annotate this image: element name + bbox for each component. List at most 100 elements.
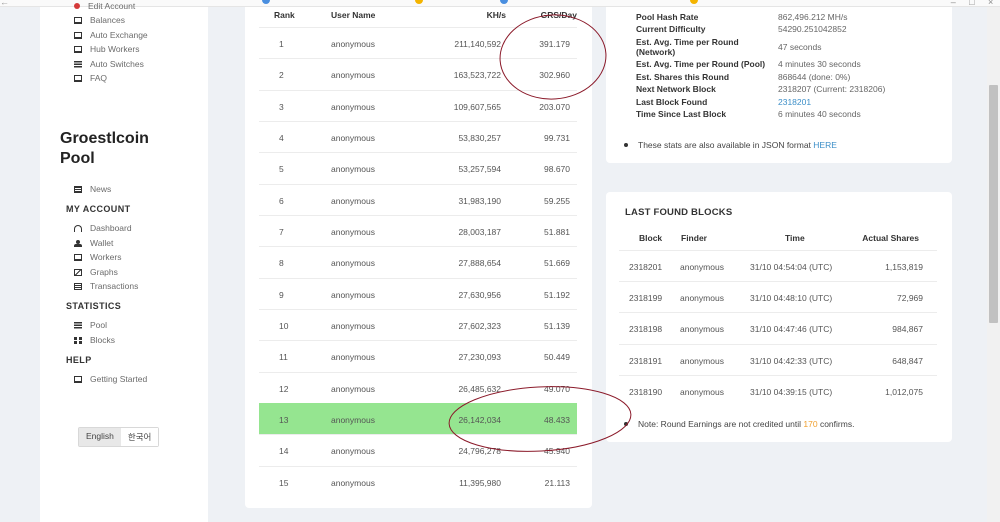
- finder-cell: anonymous: [680, 324, 724, 335]
- khs-cell: 31,983,190: [458, 195, 501, 206]
- column-header-time: Time: [785, 233, 805, 243]
- stat-value: 2318207 (Current: 2318206): [778, 84, 886, 94]
- user-cell: anonymous: [331, 320, 375, 331]
- rank-cell: 12: [279, 383, 289, 394]
- monitor-icon: [74, 74, 82, 82]
- sidebar-item-auto-switches[interactable]: Auto Switches: [74, 59, 144, 69]
- sidebar-item-workers[interactable]: Workers: [74, 252, 122, 262]
- user-cell: anonymous: [331, 101, 375, 112]
- time-cell: 31/10 04:42:33 (UTC): [750, 355, 833, 366]
- pool-title: Groestlcoin Pool: [60, 129, 200, 169]
- column-header-grs[interactable]: GRS/Day: [541, 10, 577, 20]
- blocks-icon: [74, 336, 82, 344]
- block-link[interactable]: 2318198: [629, 324, 662, 334]
- sidebar-item-pool[interactable]: Pool: [74, 320, 107, 330]
- rank-cell: 9: [279, 289, 284, 300]
- sidebar-item-news[interactable]: News: [74, 184, 111, 194]
- khs-cell: 26,142,034: [458, 414, 501, 425]
- pool-stats-card: Pool Hash Rate 862,496.212 MH/s Current …: [606, 7, 952, 163]
- sidebar-item-label: Wallet: [90, 238, 114, 248]
- window-controls: – □ ×: [944, 0, 1000, 7]
- khs-cell: 109,607,565: [453, 101, 501, 112]
- stat-value: 868644 (done: 0%): [778, 72, 851, 82]
- sidebar-item-label: Edit Account: [88, 1, 136, 11]
- sidebar-item-balances[interactable]: Balances: [74, 15, 125, 25]
- maximize-icon[interactable]: □: [969, 0, 974, 7]
- grs-cell: 51.669: [544, 258, 570, 269]
- table-row: 10 anonymous 27,602,323 51.139: [259, 308, 577, 340]
- rank-cell: 4: [279, 132, 284, 143]
- last-found-blocks-card: LAST FOUND BLOCKS Block Finder Time Actu…: [606, 192, 952, 442]
- sidebar-item-label: Pool: [90, 320, 108, 330]
- user-icon: [74, 3, 80, 9]
- sidebar-item-getting-started[interactable]: Getting Started: [74, 374, 147, 384]
- table-row: 2318201 anonymous 31/10 04:54:04 (UTC) 1,15…: [619, 250, 937, 281]
- scrollbar-thumb[interactable]: [989, 85, 998, 323]
- rank-cell: 15: [279, 477, 289, 488]
- stat-label: Time Since Last Block: [636, 109, 727, 119]
- block-link[interactable]: 2318201: [629, 262, 662, 272]
- grs-cell: 48.433: [544, 414, 570, 425]
- grs-cell: 302.960: [539, 70, 570, 81]
- sidebar-item-dashboard[interactable]: Dashboard: [74, 223, 132, 233]
- table-row: 4 anonymous 53,830,257 99.731: [259, 120, 577, 152]
- rank-cell: 5: [279, 164, 284, 175]
- sidebar-item-wallet[interactable]: Wallet: [74, 238, 113, 248]
- column-header-khs[interactable]: KH/s: [487, 10, 506, 20]
- last-block-link[interactable]: 2318201: [778, 97, 811, 107]
- sidebar-item-graphs[interactable]: Graphs: [74, 267, 118, 277]
- sidebar-item-auto-exchange[interactable]: Auto Exchange: [74, 30, 148, 40]
- sidebar-item-label: Transactions: [90, 281, 139, 291]
- khs-cell: 11,395,980: [459, 477, 501, 488]
- column-header-rank[interactable]: Rank: [274, 10, 295, 20]
- block-link[interactable]: 2318190: [629, 387, 662, 397]
- khs-cell: 163,523,722: [453, 70, 501, 81]
- grs-cell: 45.940: [544, 446, 570, 457]
- sidebar-item-label: Graphs: [90, 267, 118, 277]
- lang-korean-button[interactable]: 한국어: [120, 428, 159, 446]
- sidebar-item-blocks[interactable]: Blocks: [74, 335, 115, 345]
- section-header-my-account: MY ACCOUNT: [66, 204, 131, 214]
- stat-label: Est. Avg. Time per Round (Pool): [636, 59, 766, 69]
- grs-cell: 51.192: [544, 289, 570, 300]
- block-link[interactable]: 2318191: [629, 356, 662, 366]
- list-icon: [74, 282, 82, 290]
- user-cell: anonymous: [331, 132, 375, 143]
- table-row: 2 anonymous 163,523,722 302.960: [259, 58, 577, 89]
- grs-cell: 203.070: [539, 101, 570, 112]
- last-block-link-text[interactable]: 2318201: [778, 97, 811, 107]
- sidebar-item-hub-workers[interactable]: Hub Workers: [74, 44, 139, 54]
- sidebar-item-faq[interactable]: FAQ: [74, 73, 107, 83]
- hashrate-rank-table: Rank User Name KH/s GRS/Day 1 anonymous 21…: [245, 7, 592, 508]
- json-here-link[interactable]: HERE: [813, 140, 837, 150]
- block-link[interactable]: 2318199: [629, 293, 662, 303]
- stat-label: Last Block Found: [636, 97, 708, 107]
- lang-english-button[interactable]: English: [79, 428, 121, 446]
- column-header-shares: Actual Shares: [862, 233, 919, 243]
- khs-cell: 27,230,093: [458, 352, 501, 363]
- sidebar-item-transactions[interactable]: Transactions: [74, 281, 138, 291]
- user-cell: anonymous: [331, 226, 375, 237]
- page-scrollbar[interactable]: [987, 7, 1000, 522]
- table-row: 8 anonymous 27,888,654 51.669: [259, 246, 577, 277]
- list-icon: [74, 321, 82, 329]
- close-icon[interactable]: ×: [988, 0, 993, 7]
- sidebar-item-label: Auto Exchange: [90, 30, 148, 40]
- stat-value: 6 minutes 40 seconds: [778, 109, 861, 119]
- list-icon: [74, 60, 82, 68]
- rank-cell: 1: [279, 39, 284, 49]
- round-earnings-note: Note: Round Earnings are not credited un…: [624, 419, 854, 429]
- rank-cell: 3: [279, 101, 284, 112]
- shares-cell: 1,153,819: [885, 262, 923, 272]
- khs-cell: 28,003,187: [458, 226, 501, 237]
- back-arrow-icon[interactable]: ←: [0, 0, 18, 7]
- column-header-user[interactable]: User Name: [331, 10, 375, 20]
- sidebar-item-label: FAQ: [90, 73, 108, 83]
- minimize-icon[interactable]: –: [951, 0, 956, 7]
- table-row: 12 anonymous 26,485,632 49.070: [259, 371, 577, 403]
- sidebar-item-edit-account[interactable]: Edit Account: [74, 1, 135, 11]
- rank-cell: 10: [279, 320, 289, 331]
- shares-cell: 648,847: [892, 355, 923, 366]
- khs-cell: 27,630,956: [458, 289, 501, 300]
- table-row: 7 anonymous 28,003,187 51.881: [259, 214, 577, 246]
